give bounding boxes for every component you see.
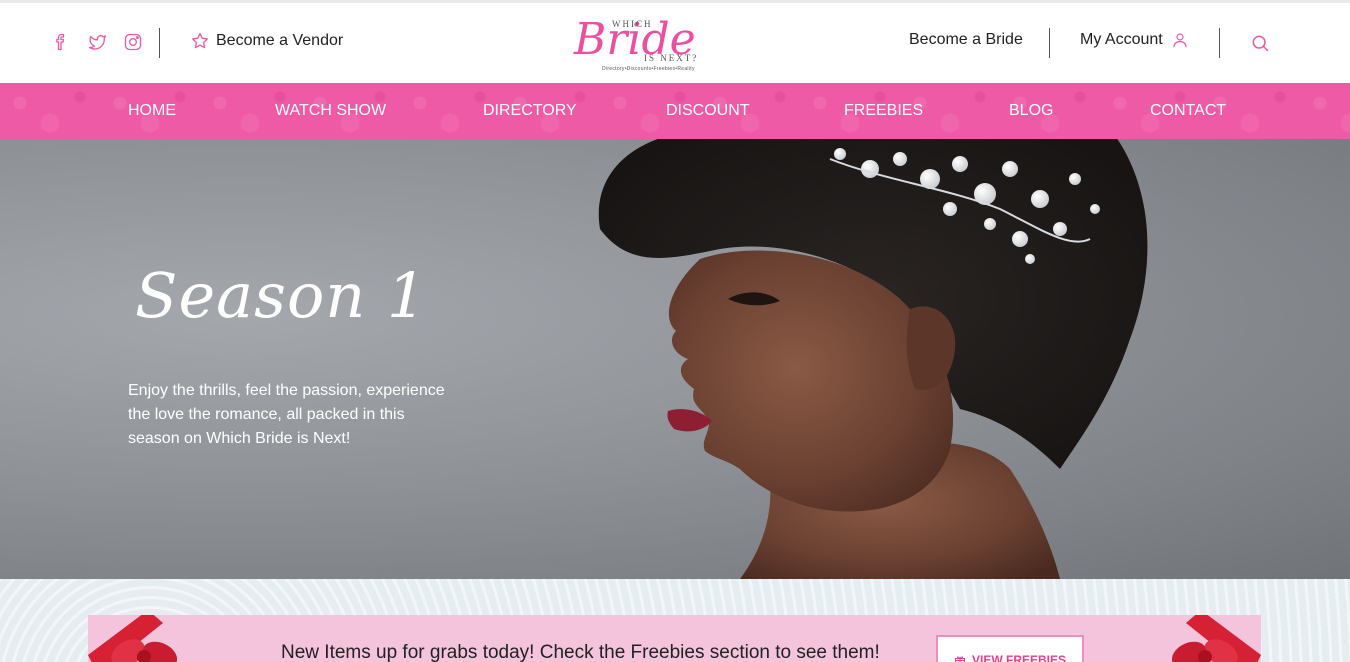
header-divider [1219, 28, 1220, 58]
logo-tagline: Directory•Discounts•Freebies•Reality [602, 66, 695, 72]
hero-slider: Season 1 Enjoy the thrills, feel the pas… [0, 139, 1350, 579]
gift-bow-left [88, 615, 178, 662]
view-freebies-label: VIEW FREEBIES [971, 653, 1066, 662]
twitter-icon[interactable] [86, 31, 108, 53]
logo-which-text: WHICH [612, 19, 653, 29]
become-bride-link[interactable]: Become a Bride [909, 31, 1023, 49]
view-freebies-button[interactable]: VIEW FREEBIES [936, 635, 1084, 662]
star-icon [192, 32, 208, 49]
user-icon [1173, 33, 1187, 48]
search-icon [1252, 35, 1269, 52]
gift-bow-right [1171, 615, 1261, 662]
my-account-link[interactable]: My Account [1080, 31, 1189, 49]
main-nav: HOME WATCH SHOW DIRECTORY DISCOUNT FREEB… [0, 83, 1350, 139]
freebies-section: New Items up for grabs today! Check the … [0, 579, 1350, 662]
nav-item-watch-show[interactable]: WATCH SHOW [275, 102, 386, 120]
my-account-label: My Account [1080, 31, 1163, 48]
nav-item-contact[interactable]: CONTACT [1150, 102, 1226, 120]
freebies-banner-text: New Items up for grabs today! Check the … [281, 642, 880, 662]
header-divider [159, 28, 160, 58]
nav-item-freebies[interactable]: FREEBIES [844, 102, 923, 120]
site-logo[interactable]: Bride WHICH IS NEXT? Directory•Discounts… [572, 15, 707, 75]
site-header: Become a Vendor Bride WHICH IS NEXT? Dir… [0, 3, 1350, 83]
hero-bride-image [598, 139, 1148, 579]
instagram-icon[interactable] [122, 31, 144, 53]
become-vendor-label: Become a Vendor [216, 32, 344, 49]
nav-item-home[interactable]: HOME [128, 102, 176, 120]
logo-is-next-text: IS NEXT? [644, 53, 699, 63]
nav-item-directory[interactable]: DIRECTORY [483, 102, 577, 120]
nav-item-blog[interactable]: BLOG [1009, 102, 1053, 120]
nav-item-discount[interactable]: DISCOUNT [666, 102, 750, 120]
search-button[interactable] [1250, 33, 1270, 53]
facebook-icon[interactable] [50, 31, 72, 53]
gift-icon [954, 656, 965, 662]
freebies-banner: New Items up for grabs today! Check the … [88, 615, 1261, 662]
hero-description: Enjoy the thrills, feel the passion, exp… [128, 382, 445, 447]
become-bride-label: Become a Bride [909, 31, 1023, 48]
become-vendor-link[interactable]: Become a Vendor [190, 31, 343, 51]
header-divider [1049, 28, 1050, 58]
hero-title: Season 1 [135, 259, 428, 332]
social-links [50, 31, 144, 53]
